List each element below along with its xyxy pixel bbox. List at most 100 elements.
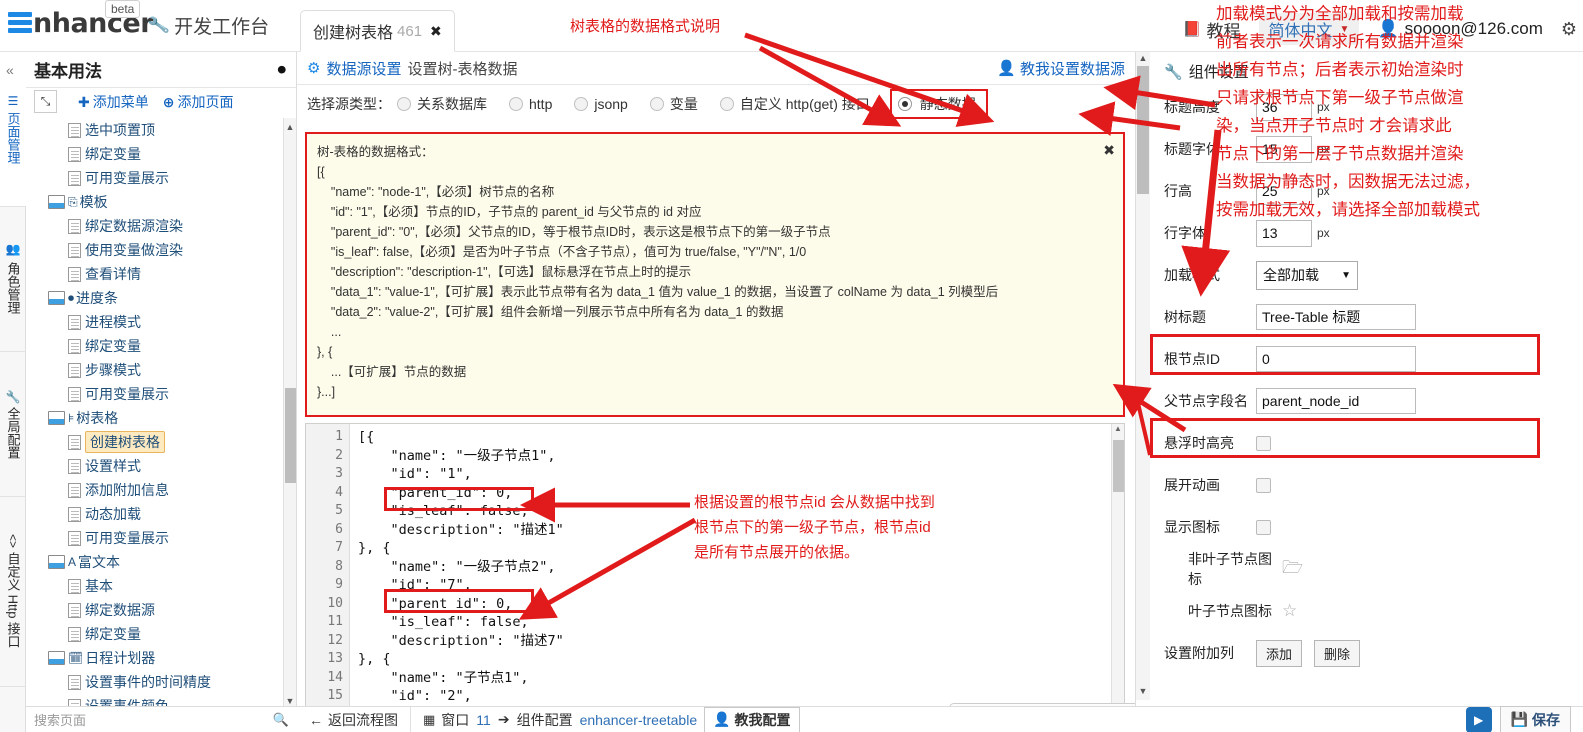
- open-folder-icon[interactable]: 🗁: [1282, 555, 1303, 584]
- setting-number-input[interactable]: 15: [1256, 135, 1312, 163]
- code-line[interactable]: }, {: [358, 539, 1110, 558]
- star-icon[interactable]: ☆: [1282, 601, 1297, 621]
- setting-checkbox[interactable]: [1256, 519, 1271, 535]
- tree-folder[interactable]: ⎘ 模板: [26, 190, 283, 214]
- close-icon[interactable]: ✖: [430, 23, 442, 40]
- tree-leaf[interactable]: 绑定变量: [26, 622, 283, 646]
- scroll-up-icon[interactable]: ▲: [284, 122, 296, 132]
- collapse-icon[interactable]: «: [6, 62, 14, 78]
- tree-leaf[interactable]: 选中项置顶: [26, 118, 283, 142]
- window-number[interactable]: 11: [476, 712, 491, 728]
- code-line[interactable]: [{: [358, 428, 1110, 447]
- tree-leaf[interactable]: 添加附加信息: [26, 478, 283, 502]
- scroll-up-icon[interactable]: ▲: [1112, 424, 1124, 433]
- scroll-thumb[interactable]: [1137, 66, 1149, 194]
- gear-icon[interactable]: ⚙: [1561, 19, 1577, 40]
- scroll-up-icon[interactable]: ▲: [1136, 53, 1150, 63]
- tree-leaf[interactable]: 创建树表格: [26, 430, 283, 454]
- tab-create-treetable[interactable]: 创建树表格 461 ✖: [300, 10, 455, 52]
- setting-text-input[interactable]: Tree-Table 标题: [1256, 304, 1416, 330]
- back-to-flowchart-button[interactable]: ← 返回流程图: [297, 706, 411, 732]
- tutorial-link[interactable]: 📕 教程: [1183, 17, 1241, 42]
- page-search-bar[interactable]: 搜索页面 🔍: [26, 706, 297, 732]
- code-line[interactable]: "name": "一级子节点2",: [358, 558, 1110, 577]
- tree-leaf[interactable]: 绑定变量: [26, 142, 283, 166]
- radio-icon[interactable]: [649, 96, 664, 111]
- tree-leaf[interactable]: 设置样式: [26, 454, 283, 478]
- radio-icon[interactable]: [397, 96, 411, 111]
- close-icon[interactable]: ✖: [1103, 140, 1115, 160]
- teach-config-button[interactable]: 👤 教我配置: [704, 706, 800, 732]
- code-line[interactable]: "id": "1",: [358, 465, 1110, 484]
- setting-number-input[interactable]: 36: [1256, 93, 1312, 121]
- editor-code[interactable]: [{ "name": "一级子节点1", "id": "1", "parent_…: [350, 424, 1110, 712]
- code-line[interactable]: "is_leaf": false,: [358, 613, 1110, 632]
- tree-leaf[interactable]: 设置事件的时间精度: [26, 670, 283, 694]
- setting-text-input[interactable]: parent_node_id: [1256, 388, 1416, 414]
- run-button[interactable]: ▶: [1465, 706, 1492, 732]
- code-line[interactable]: "description": "描述1": [358, 521, 1110, 540]
- search-icon[interactable]: 🔍: [273, 712, 289, 728]
- tree-leaf[interactable]: 动态加载: [26, 502, 283, 526]
- right-panel-scrollbar[interactable]: ▲ ▼: [1136, 52, 1150, 700]
- radio-option-variable[interactable]: 变量: [649, 94, 698, 114]
- app-logo[interactable]: nhancer beta: [8, 0, 154, 39]
- play-icon[interactable]: ⏺: [278, 60, 287, 80]
- load-mode-select[interactable]: 全部加载 ▼: [1256, 260, 1358, 290]
- expand-collapse-icon[interactable]: ⤡: [34, 90, 57, 113]
- tree-leaf[interactable]: 绑定变量: [26, 334, 283, 358]
- code-line[interactable]: "name": "一级子节点1",: [358, 447, 1110, 466]
- user-account[interactable]: 👤 soooon@126.com: [1377, 19, 1542, 39]
- scroll-down-icon[interactable]: ▼: [284, 696, 296, 706]
- vtab-global-config[interactable]: 🔧 全局配置: [0, 352, 26, 497]
- setting-checkbox[interactable]: [1256, 477, 1271, 493]
- tree-leaf[interactable]: 绑定数据源: [26, 598, 283, 622]
- radio-option-http[interactable]: http: [509, 96, 552, 112]
- code-icon: <>: [6, 534, 20, 549]
- datasource-help-link[interactable]: 👤 教我设置数据源: [997, 58, 1125, 79]
- tree-leaf[interactable]: 可用变量展示: [26, 526, 283, 550]
- component-name[interactable]: enhancer-treetable: [580, 712, 698, 728]
- tree-folder[interactable]: ⊧ 树表格: [26, 406, 283, 430]
- tree-leaf[interactable]: 基本: [26, 574, 283, 598]
- code-line[interactable]: "name": "子节点1",: [358, 669, 1110, 688]
- radio-option-jsonp[interactable]: jsonp: [574, 96, 628, 112]
- tree-leaf[interactable]: 查看详情: [26, 262, 283, 286]
- scroll-thumb[interactable]: [1113, 440, 1124, 492]
- workbench-link[interactable]: 🔧 开发工作台: [146, 12, 269, 39]
- radio-icon[interactable]: [574, 96, 589, 111]
- setting-number-input[interactable]: 13: [1256, 219, 1312, 247]
- tree-folder[interactable]: A 富文本: [26, 550, 283, 574]
- search-input[interactable]: 搜索页面: [34, 710, 86, 729]
- scroll-down-icon[interactable]: ▼: [1136, 686, 1150, 696]
- tree-leaf[interactable]: 进程模式: [26, 310, 283, 334]
- radio-option-relational-db[interactable]: 关系数据库: [397, 94, 487, 114]
- left-tree-scrollbar[interactable]: ▲ ▼: [283, 118, 296, 710]
- tree-folder[interactable]: ⏺ 进度条: [26, 286, 283, 310]
- tree-leaf[interactable]: 步骤模式: [26, 358, 283, 382]
- tree-leaf[interactable]: 可用变量展示: [26, 382, 283, 406]
- setting-number-input[interactable]: 25: [1256, 177, 1312, 205]
- save-button[interactable]: 💾 保存: [1499, 705, 1571, 732]
- vtab-role-management[interactable]: 👥 角色管理: [0, 207, 26, 352]
- radio-option-custom-http[interactable]: 自定义 http(get) 接口: [719, 94, 870, 114]
- editor-scrollbar[interactable]: ▲ ▼: [1111, 424, 1124, 712]
- code-line[interactable]: "description": "描述7": [358, 632, 1110, 651]
- tree-leaf[interactable]: 使用变量做渲染: [26, 238, 283, 262]
- code-line[interactable]: }, {: [358, 650, 1110, 669]
- vtab-custom-http[interactable]: <> 自定义 Http 接口: [0, 497, 26, 687]
- delete-column-button[interactable]: 删除: [1314, 639, 1361, 667]
- add-column-button[interactable]: 添加: [1256, 639, 1303, 667]
- radio-option-static-data[interactable]: 静态数据: [889, 88, 988, 119]
- json-code-editor[interactable]: 1 2 3 4 5 6 7 8 9 10 11 12 13 14 15 [{ "name": "一级子节点1…: [305, 423, 1125, 713]
- radio-icon[interactable]: [719, 96, 734, 111]
- tree-leaf[interactable]: 绑定数据源渲染: [26, 214, 283, 238]
- tree-folder[interactable]: 🗓 日程计划器: [26, 646, 283, 670]
- add-menu-button[interactable]: ✚ 添加菜单: [78, 92, 149, 112]
- add-page-button[interactable]: ⊕ 添加页面: [163, 92, 234, 112]
- scroll-thumb[interactable]: [285, 388, 296, 483]
- radio-icon[interactable]: [897, 96, 912, 111]
- language-selector[interactable]: 简体中文 ▼: [1258, 13, 1360, 45]
- radio-icon[interactable]: [509, 96, 523, 111]
- tree-leaf[interactable]: 可用变量展示: [26, 166, 283, 190]
